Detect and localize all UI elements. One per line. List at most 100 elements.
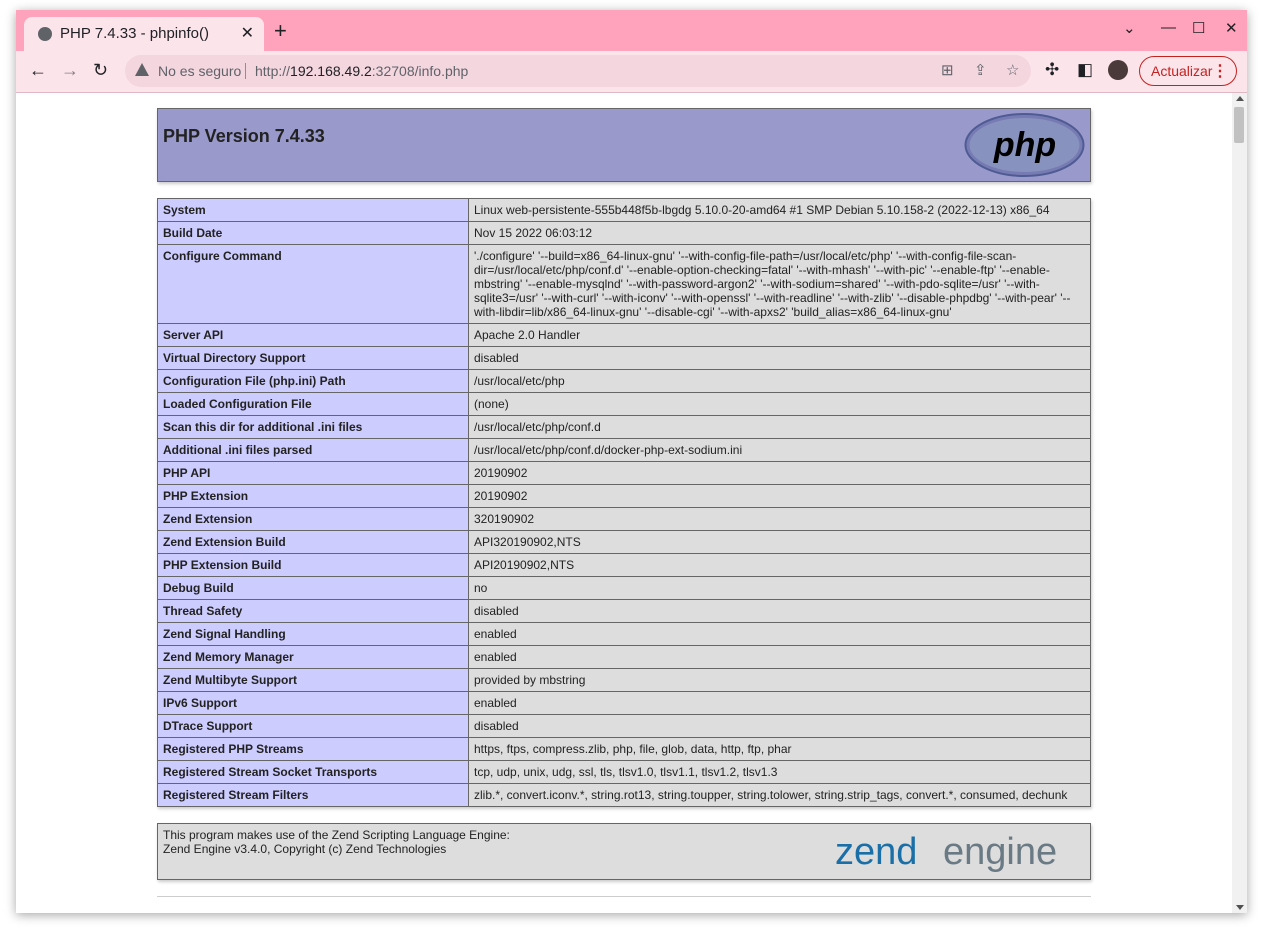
row-key: IPv6 Support — [157, 691, 469, 715]
row-key: Debug Build — [157, 576, 469, 600]
row-value: /usr/local/etc/php — [468, 369, 1091, 393]
row-value: './configure' '--build=x86_64-linux-gnu'… — [468, 244, 1091, 324]
row-key: Additional .ini files parsed — [157, 438, 469, 462]
table-row: PHP Extension Build API20190902,NTS — [157, 553, 1091, 577]
row-key: Virtual Directory Support — [157, 346, 469, 370]
chevron-down-icon[interactable]: ⌄ — [1123, 19, 1136, 37]
zend-engine-logo[interactable]: zend engine — [835, 828, 1085, 876]
table-row: Zend Memory Manager enabled — [157, 645, 1091, 669]
row-value: disabled — [468, 599, 1091, 623]
divider — [245, 63, 246, 79]
extensions-icon[interactable]: ✣ — [1045, 60, 1059, 80]
table-row: Registered Stream Socket Transports tcp, … — [157, 760, 1091, 784]
row-value: enabled — [468, 691, 1091, 715]
row-key: Registered Stream Filters — [157, 783, 469, 807]
tab-title: PHP 7.4.33 - phpinfo() — [60, 25, 209, 42]
kebab-menu-icon[interactable]: ⋮ — [1212, 61, 1228, 81]
row-value: Linux web-persistente-555b448f5b-lbgdg 5… — [468, 198, 1091, 222]
avatar[interactable] — [1108, 60, 1128, 80]
url-scheme: http:// — [255, 63, 291, 79]
row-value: disabled — [468, 346, 1091, 370]
row-value: (none) — [468, 392, 1091, 416]
table-row: PHP API 20190902 — [157, 461, 1091, 485]
row-value: https, ftps, compress.zlib, php, file, g… — [468, 737, 1091, 761]
divider — [157, 896, 1091, 897]
php-logo-text: php — [993, 126, 1056, 164]
page-viewport: PHP Version 7.4.33 php System Linux web-p… — [16, 93, 1247, 913]
browser-window: PHP 7.4.33 - phpinfo() ✕ + ⌄ — ☐ ✕ ← → ↻… — [16, 10, 1247, 913]
table-row: Additional .ini files parsed/usr/local/e… — [157, 438, 1091, 462]
table-row: Zend Extension Build API320190902,NTS — [157, 530, 1091, 554]
row-key: Configure Command — [157, 244, 469, 324]
update-label: Actualizar — [1151, 63, 1213, 79]
row-value: /usr/local/etc/php/conf.d — [468, 415, 1091, 439]
translate-icon[interactable]: ⊞ — [941, 61, 954, 79]
table-row: Server API Apache 2.0 Handler — [157, 323, 1091, 347]
warning-icon[interactable] — [135, 63, 149, 76]
toolbar: ← → ↻ No es seguro http://192.168.49.2:3… — [16, 51, 1247, 93]
tab-strip: PHP 7.4.33 - phpinfo() ✕ + ⌄ — ☐ ✕ — [16, 10, 1247, 51]
maximize-icon[interactable]: ☐ — [1192, 19, 1205, 37]
row-key: Server API — [157, 323, 469, 347]
close-icon[interactable]: ✕ — [241, 23, 254, 43]
row-key: Scan this dir for additional .ini files — [157, 415, 469, 439]
row-value: API20190902,NTS — [468, 553, 1091, 577]
row-key: Loaded Configuration File — [157, 392, 469, 416]
share-icon[interactable]: ⇪ — [974, 61, 987, 79]
globe-icon — [38, 27, 52, 41]
page-title: PHP Version 7.4.33 — [163, 126, 325, 146]
url-path: :32708/info.php — [371, 63, 469, 79]
info-table: System Linux web-persistente-555b448f5b-l… — [157, 198, 1091, 807]
table-row: Zend Extension 320190902 — [157, 507, 1091, 531]
url-text[interactable]: http://192.168.49.2:32708/info.php — [255, 63, 468, 79]
table-row: DTrace Support disabled — [157, 714, 1091, 738]
table-row: Configure Command './configure' '--build=… — [157, 244, 1091, 324]
scrollbar[interactable] — [1232, 93, 1247, 913]
scroll-thumb[interactable] — [1234, 107, 1244, 143]
zend-logo-word-1: zend — [835, 831, 917, 873]
row-value: 320190902 — [468, 507, 1091, 531]
row-value: disabled — [468, 714, 1091, 738]
row-key: Zend Extension Build — [157, 530, 469, 554]
update-button[interactable]: Actualizar ⋮ — [1139, 56, 1237, 86]
table-row: Virtual Directory Support disabled — [157, 346, 1091, 370]
row-key: Zend Memory Manager — [157, 645, 469, 669]
row-key: Zend Signal Handling — [157, 622, 469, 646]
php-logo[interactable]: php — [964, 113, 1085, 177]
row-value: /usr/local/etc/php/conf.d/docker-php-ext… — [468, 438, 1091, 462]
row-key: Registered Stream Socket Transports — [157, 760, 469, 784]
php-header: PHP Version 7.4.33 php — [157, 108, 1091, 182]
table-row: Loaded Configuration File (none) — [157, 392, 1091, 416]
row-value: enabled — [468, 645, 1091, 669]
row-value: enabled — [468, 622, 1091, 646]
close-window-icon[interactable]: ✕ — [1225, 19, 1238, 37]
row-key: System — [157, 198, 469, 222]
row-value: zlib.*, convert.iconv.*, string.rot13, s… — [468, 783, 1091, 807]
side-panel-icon[interactable]: ◧ — [1077, 60, 1093, 80]
table-row: Zend Signal Handling enabled — [157, 622, 1091, 646]
row-key: Thread Safety — [157, 599, 469, 623]
table-row: Thread Safety disabled — [157, 599, 1091, 623]
row-key: Build Date — [157, 221, 469, 245]
phpinfo-content: PHP Version 7.4.33 php System Linux web-p… — [157, 108, 1091, 897]
table-row: Configuration File (php.ini) Path/usr/lo… — [157, 369, 1091, 393]
row-key: PHP API — [157, 461, 469, 485]
table-row: Registered Stream Filters zlib.*, convert… — [157, 783, 1091, 807]
row-value: API320190902,NTS — [468, 530, 1091, 554]
minimize-icon[interactable]: — — [1161, 19, 1176, 36]
table-row: Zend Multibyte Support provided by mbstri… — [157, 668, 1091, 692]
row-value: no — [468, 576, 1091, 600]
scroll-up-icon[interactable] — [1236, 96, 1244, 101]
reload-icon[interactable]: ↻ — [93, 60, 108, 81]
forward-icon[interactable]: → — [61, 60, 79, 81]
plus-icon[interactable]: + — [274, 20, 287, 42]
row-key: PHP Extension Build — [157, 553, 469, 577]
back-icon[interactable]: ← — [29, 60, 47, 81]
star-icon[interactable]: ☆ — [1006, 61, 1019, 79]
security-label[interactable]: No es seguro — [158, 63, 241, 79]
scroll-down-icon[interactable] — [1236, 905, 1244, 910]
tab-active[interactable]: PHP 7.4.33 - phpinfo() ✕ — [24, 17, 264, 51]
row-value: provided by mbstring — [468, 668, 1091, 692]
table-row: Build Date Nov 15 2022 06:03:12 — [157, 221, 1091, 245]
address-bar[interactable]: No es seguro http://192.168.49.2:32708/i… — [125, 55, 1031, 87]
